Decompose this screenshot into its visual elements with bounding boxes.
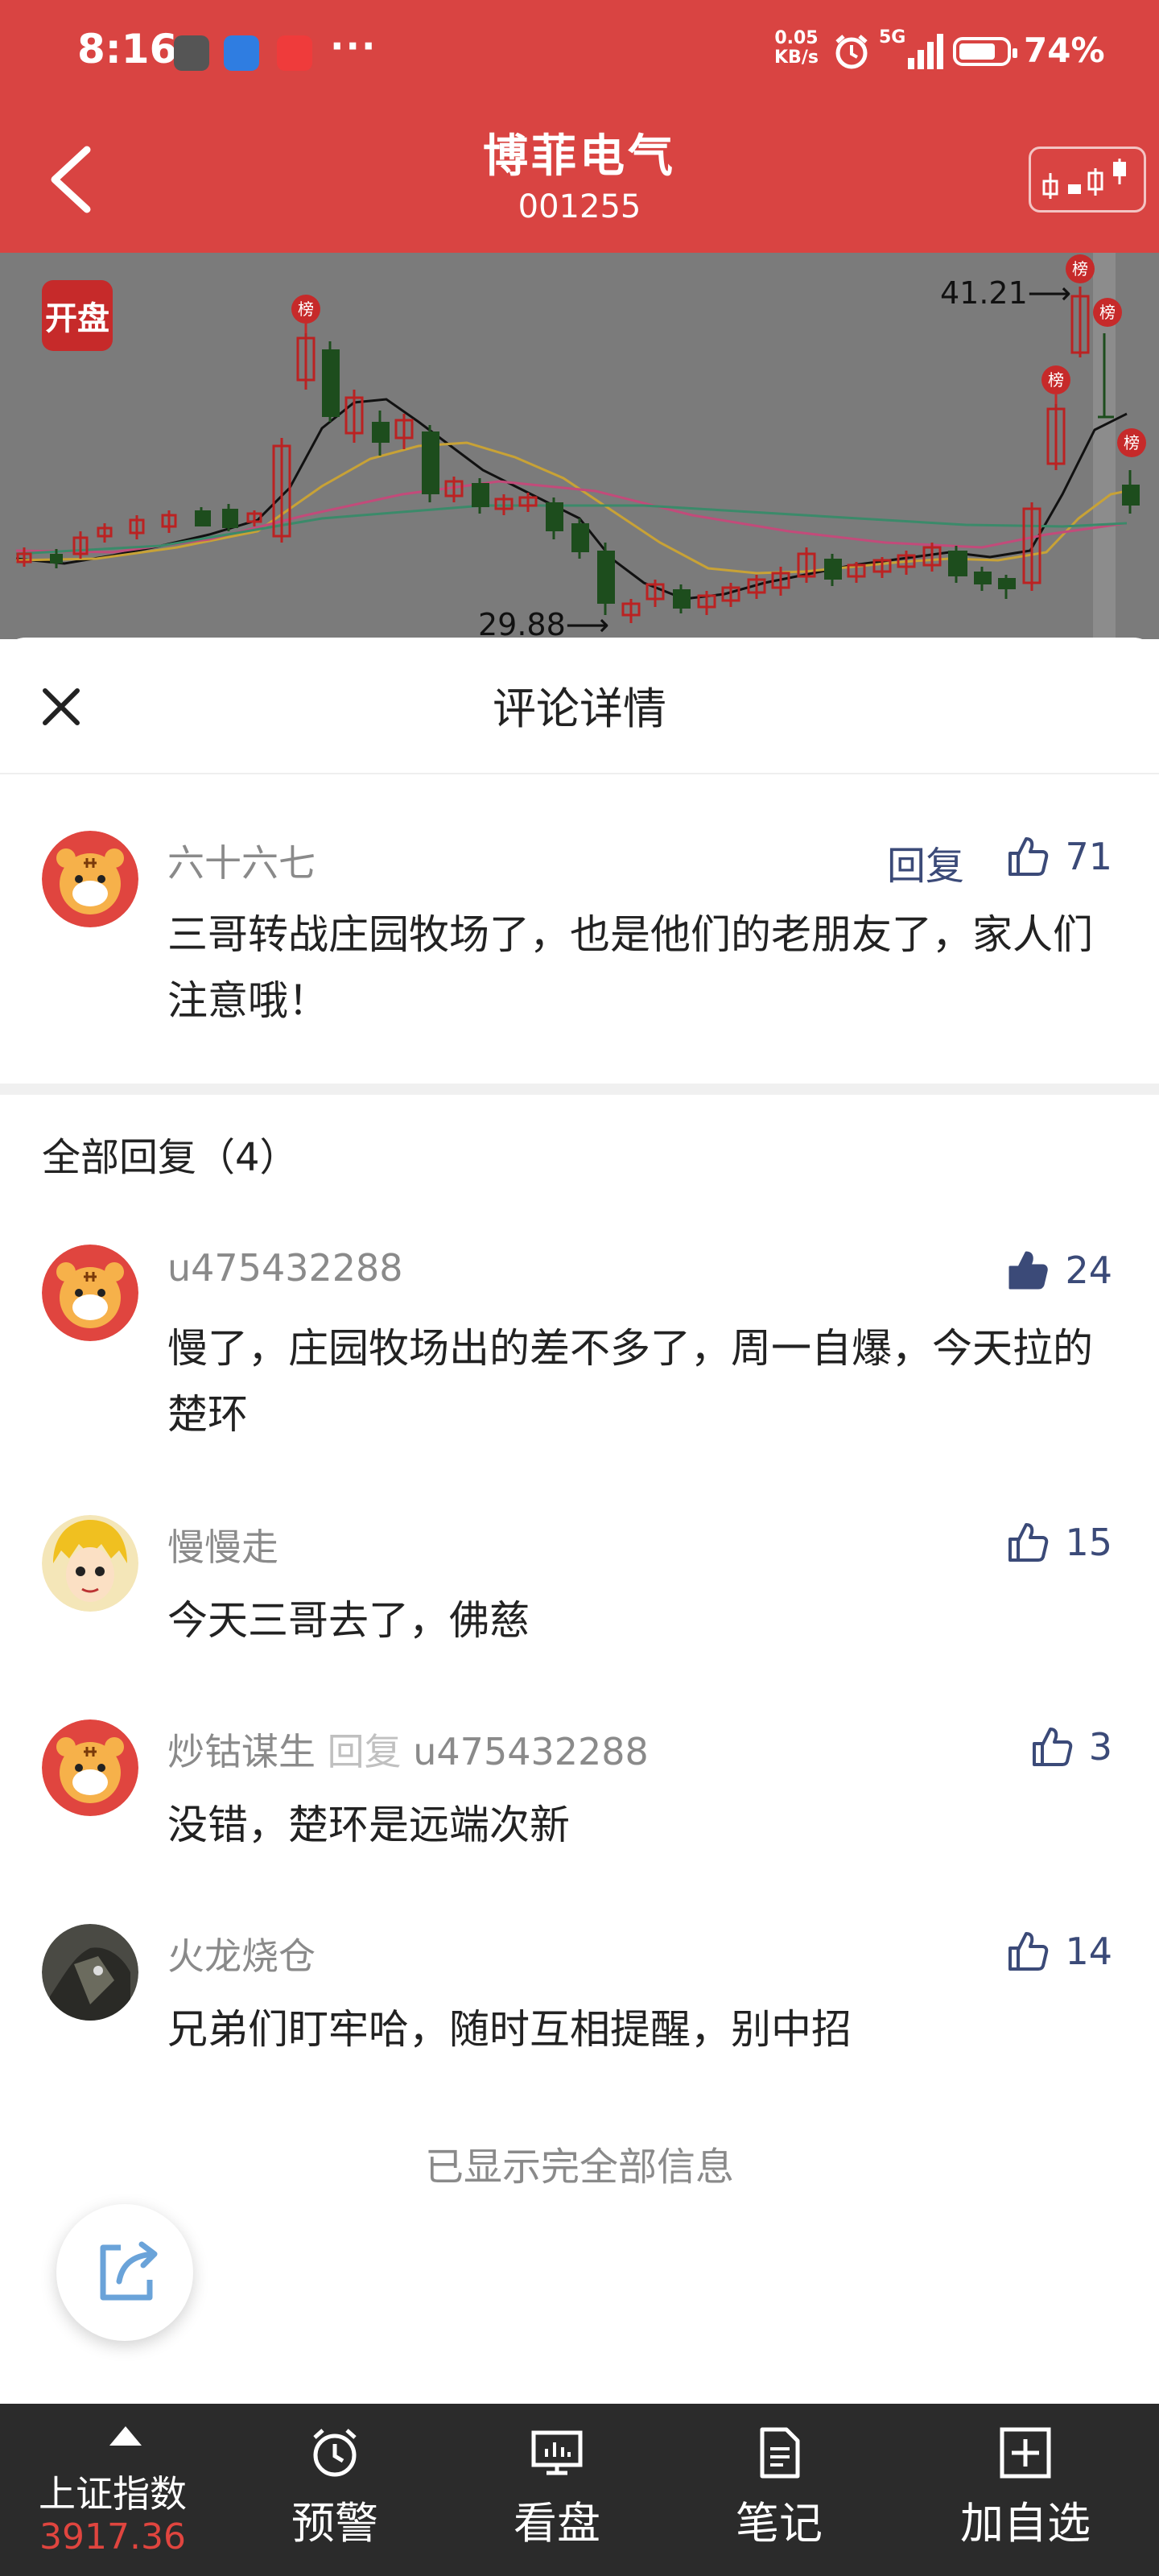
net-speed: 0.05 KB/s	[774, 29, 819, 68]
high-price-label: 41.21⟶	[940, 275, 1072, 311]
net-speed-unit: KB/s	[774, 47, 819, 68]
like-count: 14	[1065, 1930, 1112, 1973]
monitor-chart-icon	[531, 2430, 583, 2475]
like-button[interactable]: 71	[1005, 834, 1112, 879]
stock-name: 博菲电气	[483, 130, 676, 183]
like-button[interactable]: 24	[1005, 1248, 1112, 1293]
reply-button[interactable]: 回复	[887, 834, 964, 890]
tiger-avatar-icon	[42, 831, 138, 927]
reply-username[interactable]: u475432288	[167, 1246, 403, 1290]
alarm-icon	[835, 35, 868, 69]
thumbs-up-icon	[1032, 1728, 1072, 1766]
candlestick-icon	[1042, 159, 1126, 199]
battery-icon	[953, 37, 1017, 66]
reply-username[interactable]: 炒钴谋生	[167, 1730, 316, 1773]
alarm-clock-icon	[313, 2429, 357, 2477]
like-button[interactable]: 15	[1005, 1520, 1112, 1565]
like-count: 71	[1065, 835, 1112, 878]
stock-title: 博菲电气 001255	[322, 129, 837, 229]
reply-text: 兄弟们盯牢哈，随时互相提醒，别中招	[167, 2006, 852, 2053]
video-app-icon	[277, 35, 312, 71]
thumbs-up-icon	[1008, 1523, 1049, 1562]
all-replies-title: 全部回复（4）	[42, 1135, 299, 1180]
nav-alert[interactable]: 预警	[238, 2404, 431, 2576]
thumbs-up-filled-icon	[1008, 1251, 1049, 1290]
reply-username[interactable]: 慢慢走	[167, 1518, 278, 1571]
reply-word: 回复	[327, 1730, 402, 1773]
reply-target-username[interactable]: u475432288	[413, 1730, 649, 1773]
rank-marker-label: 榜	[1072, 259, 1088, 279]
reply-text: 没错，楚环是远端次新	[167, 1802, 570, 1848]
avatar[interactable]	[42, 1924, 138, 2021]
cartoon-face-avatar-icon	[42, 1515, 138, 1612]
end-of-list-note: 已显示完全部信息	[424, 2145, 734, 2190]
nav-label: 加自选	[960, 2498, 1091, 2549]
stock-code: 001255	[518, 188, 641, 225]
battery-percent: 74%	[1024, 31, 1105, 70]
reply-text: 慢了，庄园牧场出的差不多了，周一自爆，今天拉的楚环	[167, 1325, 1093, 1438]
like-count: 3	[1088, 1725, 1112, 1769]
like-button[interactable]: 3	[1029, 1724, 1112, 1769]
top-bar: 8:16 ··· 0.05 KB/s 5G 74% 博菲电气 001255	[0, 0, 1159, 253]
thumbs-up-icon	[1008, 837, 1049, 876]
nav-label: 笔记	[736, 2498, 823, 2549]
like-count: 24	[1065, 1249, 1112, 1292]
low-price-label: 29.88⟶	[478, 607, 610, 639]
rank-marker-label: 榜	[1124, 433, 1140, 452]
candles	[16, 287, 1140, 623]
back-arrow-icon[interactable]	[43, 143, 100, 216]
avatar[interactable]	[42, 1719, 138, 1816]
nav-watch-market[interactable]: 看盘	[460, 2404, 654, 2576]
avatar[interactable]	[42, 1515, 138, 1612]
status-time: 8:16	[77, 26, 178, 72]
photo-avatar-icon	[42, 1924, 138, 2021]
rank-marker-label: 榜	[298, 299, 314, 319]
avatar[interactable]	[42, 831, 138, 927]
nav-notes[interactable]: 笔记	[683, 2404, 876, 2576]
comment-text: 三哥转战庄园牧场了，也是他们的老朋友了，家人们注意哦！	[167, 911, 1093, 1024]
comment-username[interactable]: 六十六七	[167, 834, 316, 887]
app-notification-icon	[224, 35, 259, 71]
sheet-header: 评论详情	[0, 638, 1159, 774]
index-name: 上证指数	[39, 2472, 187, 2516]
up-arrow-icon	[109, 2426, 142, 2446]
like-button[interactable]: 14	[1005, 1929, 1112, 1974]
signal-icon	[908, 34, 943, 69]
status-bar: 8:16 ··· 0.05 KB/s 5G 74%	[0, 0, 1159, 106]
like-count: 15	[1065, 1521, 1112, 1564]
kline-chart[interactable]: 榜 榜 榜 榜 榜 开盘 41.21⟶ 29.88⟶	[0, 253, 1159, 639]
kline-chart-canvas: 榜 榜 榜 榜 榜	[15, 253, 1146, 639]
sheet-title: 评论详情	[493, 683, 666, 734]
nav-label: 看盘	[514, 2498, 600, 2549]
nav-add-watchlist[interactable]: 加自选	[929, 2404, 1122, 2576]
plus-square-icon	[1000, 2427, 1051, 2479]
nav-label: 预警	[291, 2498, 378, 2549]
thumbs-up-icon	[1008, 1932, 1049, 1971]
share-icon	[100, 2241, 158, 2301]
more-notifications-icon: ···	[330, 24, 377, 68]
rank-marker-label: 榜	[1048, 370, 1064, 390]
net-speed-value: 0.05	[774, 28, 819, 48]
reply-text: 今天三哥去了，佛慈	[167, 1597, 530, 1644]
tiger-avatar-icon	[42, 1719, 138, 1816]
close-icon[interactable]	[35, 681, 87, 733]
reply-username-line: 炒钴谋生 回复 u475432288	[167, 1723, 649, 1776]
clock-app-icon	[174, 35, 209, 71]
share-button[interactable]	[56, 2204, 193, 2341]
section-divider	[0, 1084, 1159, 1095]
tiger-avatar-icon	[42, 1245, 138, 1341]
reply-username[interactable]: 火龙烧仓	[167, 1927, 316, 1980]
kline-chart-button[interactable]	[1029, 147, 1146, 213]
bottom-nav: 上证指数 3917.36 预警 看盘 笔记 加自选	[0, 2404, 1159, 2576]
rank-marker-label: 榜	[1099, 303, 1116, 322]
avatar[interactable]	[42, 1245, 138, 1341]
index-value: 3917.36	[39, 2516, 186, 2557]
open-market-badge[interactable]: 开盘	[42, 280, 113, 351]
note-icon	[760, 2427, 800, 2479]
